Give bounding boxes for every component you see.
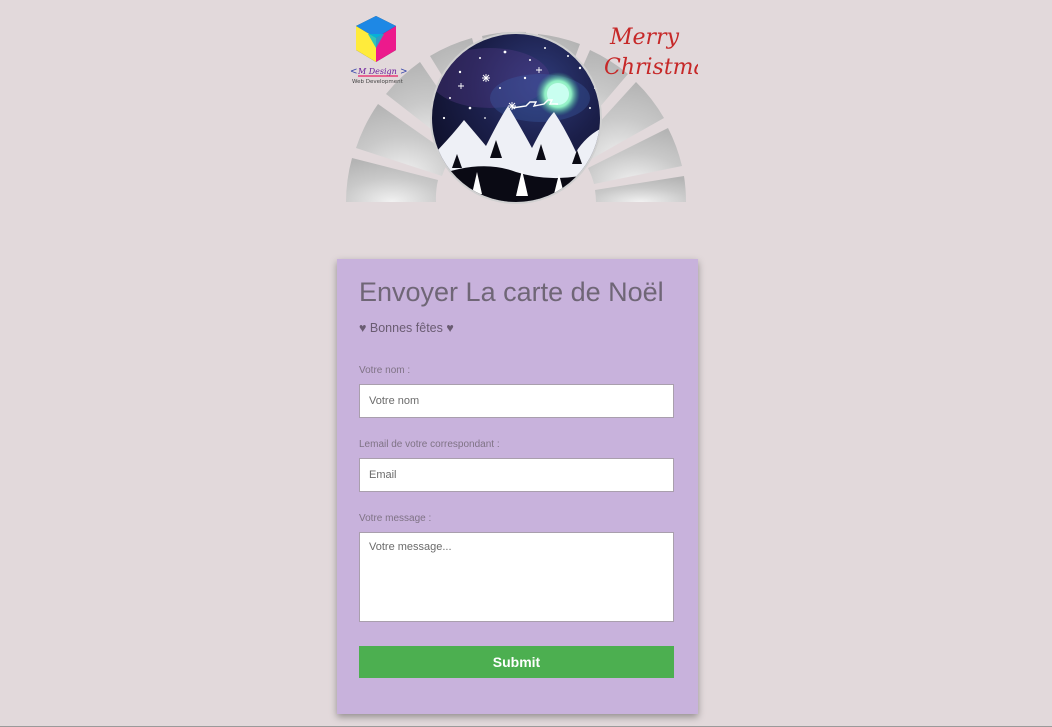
submit-button[interactable]: Submit <box>359 646 674 678</box>
name-input[interactable] <box>359 384 674 418</box>
svg-text:>: > <box>400 67 408 77</box>
svg-text:Christmas: Christmas <box>604 55 698 80</box>
email-input[interactable] <box>359 458 674 492</box>
email-label: Lemail de votre correspondant : <box>359 439 500 450</box>
hexagon-cmyk-logo-icon: < M Design > Web Development <box>350 16 408 85</box>
brand-logo: < M Design > Web Development <box>346 12 408 88</box>
svg-text:M Design: M Design <box>357 67 397 76</box>
form-title: Envoyer La carte de Noël <box>359 277 664 307</box>
header-banner: < M Design > Web Development Merry Chris… <box>340 8 700 208</box>
name-label: Votre nom : <box>359 365 411 376</box>
christmas-card-form: Envoyer La carte de Noël ♥ Bonnes fêtes … <box>337 259 698 714</box>
svg-text:Web Development: Web Development <box>352 79 404 85</box>
message-label: Votre message : <box>359 513 432 524</box>
message-textarea[interactable] <box>359 532 674 622</box>
svg-text:Merry: Merry <box>609 25 680 50</box>
svg-text:<: < <box>350 67 358 77</box>
merry-christmas-script: Merry Christmas <box>602 14 698 84</box>
form-subtitle: ♥ Bonnes fêtes ♥ <box>359 321 454 335</box>
